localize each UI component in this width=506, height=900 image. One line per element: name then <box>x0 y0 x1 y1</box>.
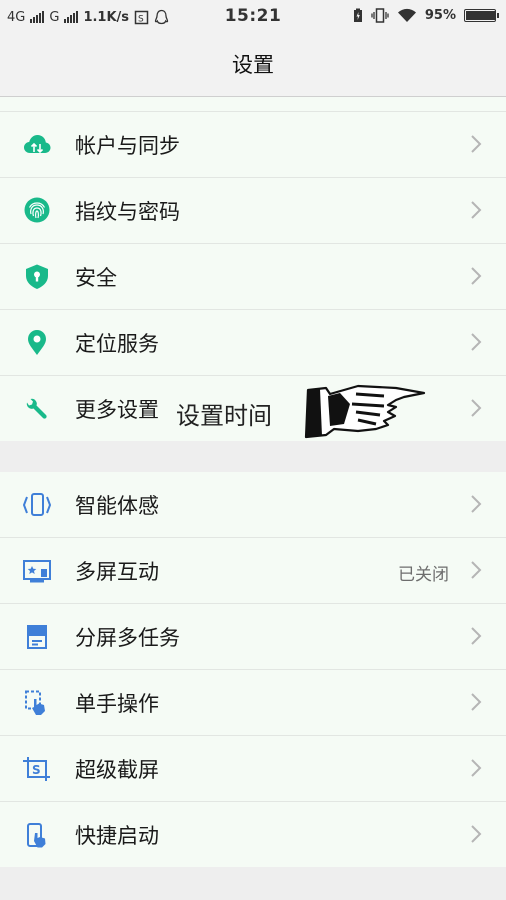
row-label: 多屏互动 <box>75 560 159 584</box>
status-right: 95% <box>353 8 499 23</box>
chevron-right-icon <box>471 267 482 285</box>
fingerprint-icon <box>24 197 50 223</box>
status-bar: 4G G 1.1K/s S 15:21 95% <box>0 0 506 34</box>
cloud-sync-icon <box>24 135 51 154</box>
svg-text:S: S <box>32 763 41 777</box>
chevron-right-icon <box>471 333 482 351</box>
quick-launch-icon <box>27 823 46 848</box>
settings-group-features: 智能体感 多屏互动 已关闭 分屏多任务 单手操作 S 超级截屏 快捷启动 <box>0 472 506 867</box>
row-label: 指纹与密码 <box>75 200 180 224</box>
chevron-right-icon <box>471 561 482 579</box>
settings-group-account: 帐户与同步 指纹与密码 安全 定位服务 更多设置 <box>0 97 506 441</box>
battery-percent: 95% <box>424 8 456 23</box>
page-title: 设置 <box>0 34 506 97</box>
divider <box>0 97 506 112</box>
row-label: 快捷启动 <box>75 824 159 848</box>
chevron-right-icon <box>471 495 482 513</box>
chevron-right-icon <box>471 135 482 153</box>
row-label: 安全 <box>75 266 117 290</box>
row-security[interactable]: 安全 <box>0 244 506 310</box>
overlay-annotation-text: 设置时间 <box>176 402 272 430</box>
split-screen-icon <box>27 625 47 649</box>
chevron-right-icon <box>471 201 482 219</box>
row-label: 帐户与同步 <box>75 134 180 158</box>
pointing-hand-icon <box>304 384 426 439</box>
chevron-right-icon <box>471 399 482 417</box>
vibrate-icon <box>371 8 389 23</box>
row-location-service[interactable]: 定位服务 <box>0 310 506 376</box>
chevron-right-icon <box>471 759 482 777</box>
row-multiscreen[interactable]: 多屏互动 已关闭 <box>0 538 506 604</box>
row-label: 超级截屏 <box>75 758 159 782</box>
battery-fill <box>466 11 495 20</box>
wrench-icon <box>26 398 47 419</box>
row-quick-launch[interactable]: 快捷启动 <box>0 802 506 867</box>
shield-icon <box>26 264 48 289</box>
location-pin-icon <box>28 330 46 355</box>
row-smart-motion[interactable]: 智能体感 <box>0 472 506 538</box>
screenshot-icon: S <box>23 757 50 781</box>
row-fingerprint-password[interactable]: 指纹与密码 <box>0 178 506 244</box>
multiscreen-icon <box>23 560 51 583</box>
row-label: 智能体感 <box>75 494 159 518</box>
row-label: 更多设置 <box>75 398 159 422</box>
row-split-screen[interactable]: 分屏多任务 <box>0 604 506 670</box>
row-label: 单手操作 <box>75 692 159 716</box>
chevron-right-icon <box>471 627 482 645</box>
battery-icon <box>464 9 499 22</box>
chevron-right-icon <box>471 825 482 843</box>
row-label: 分屏多任务 <box>75 626 180 650</box>
row-account-sync[interactable]: 帐户与同步 <box>0 112 506 178</box>
chevron-right-icon <box>471 693 482 711</box>
row-label: 定位服务 <box>75 332 159 356</box>
one-hand-icon <box>25 690 45 715</box>
row-one-hand[interactable]: 单手操作 <box>0 670 506 736</box>
battery-saver-icon <box>353 8 362 22</box>
wifi-icon <box>397 8 416 22</box>
row-value-status: 已关闭 <box>398 565 449 585</box>
motion-sense-icon <box>22 493 52 516</box>
row-super-screenshot[interactable]: S 超级截屏 <box>0 736 506 802</box>
